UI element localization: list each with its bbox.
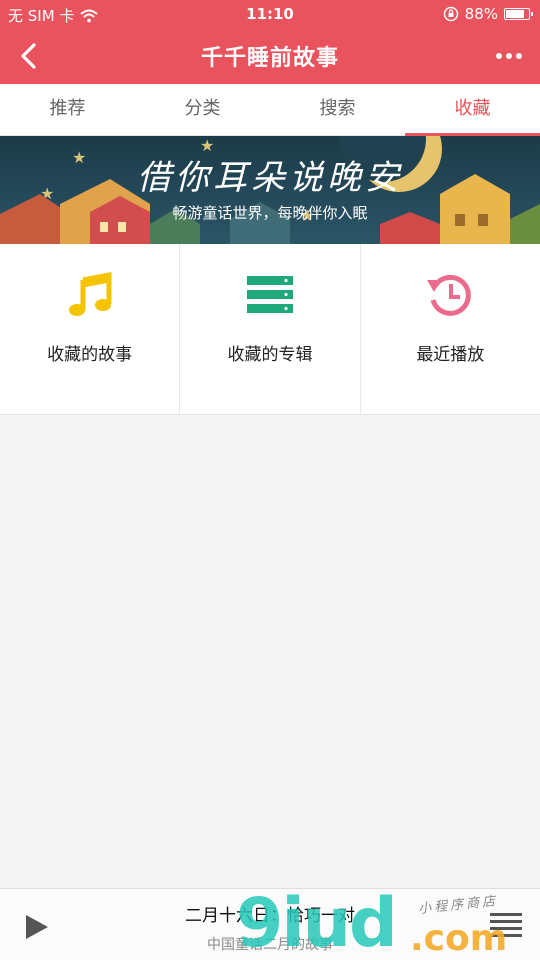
favorite-stories-card[interactable]: 收藏的故事 (0, 244, 181, 414)
tab-bar: 推荐 分类 搜索 收藏 (0, 84, 540, 136)
favorite-stories-label: 收藏的故事 (47, 345, 133, 365)
tab-recommend[interactable]: 推荐 (0, 84, 135, 135)
music-note-icon (68, 271, 112, 316)
status-bar: 无 SIM 卡 11:10 88% (0, 0, 540, 28)
top-bar: 无 SIM 卡 11:10 88% 千千睡前故事 (0, 0, 540, 84)
favorite-albums-card[interactable]: 收藏的专辑 (180, 244, 361, 414)
recent-plays-label: 最近播放 (416, 345, 485, 365)
tab-favorites[interactable]: 收藏 (405, 84, 540, 136)
watermark-logo: 9iud (236, 884, 398, 960)
banner-heading: 借你耳朵说晚安 (137, 158, 403, 198)
battery-icon (504, 8, 533, 20)
page-title: 千千睡前故事 (200, 46, 339, 71)
tab-search[interactable]: 搜索 (270, 84, 405, 135)
album-list-icon (246, 276, 293, 313)
watermark-domain: .com (410, 918, 508, 959)
banner-subheading: 畅游童话世界，每晚伴你入眠 (172, 204, 368, 222)
nav-bar: 千千睡前故事 (0, 28, 540, 84)
feature-cards: 收藏的故事 收藏的专辑 最近播放 (0, 244, 540, 415)
favorite-albums-label: 收藏的专辑 (227, 345, 313, 365)
status-right: 88% (443, 5, 533, 23)
tab-category[interactable]: 分类 (135, 84, 270, 135)
orientation-lock-icon (443, 6, 458, 22)
banner[interactable]: ★ ★ ★ ★ 借你耳朵说晚安 畅游童话世界，每晚伴你入眠 (0, 136, 540, 244)
recent-plays-card[interactable]: 最近播放 (361, 244, 540, 414)
more-dots-icon[interactable] (492, 42, 526, 70)
history-icon (427, 274, 472, 316)
battery-percent: 88% (464, 5, 498, 23)
